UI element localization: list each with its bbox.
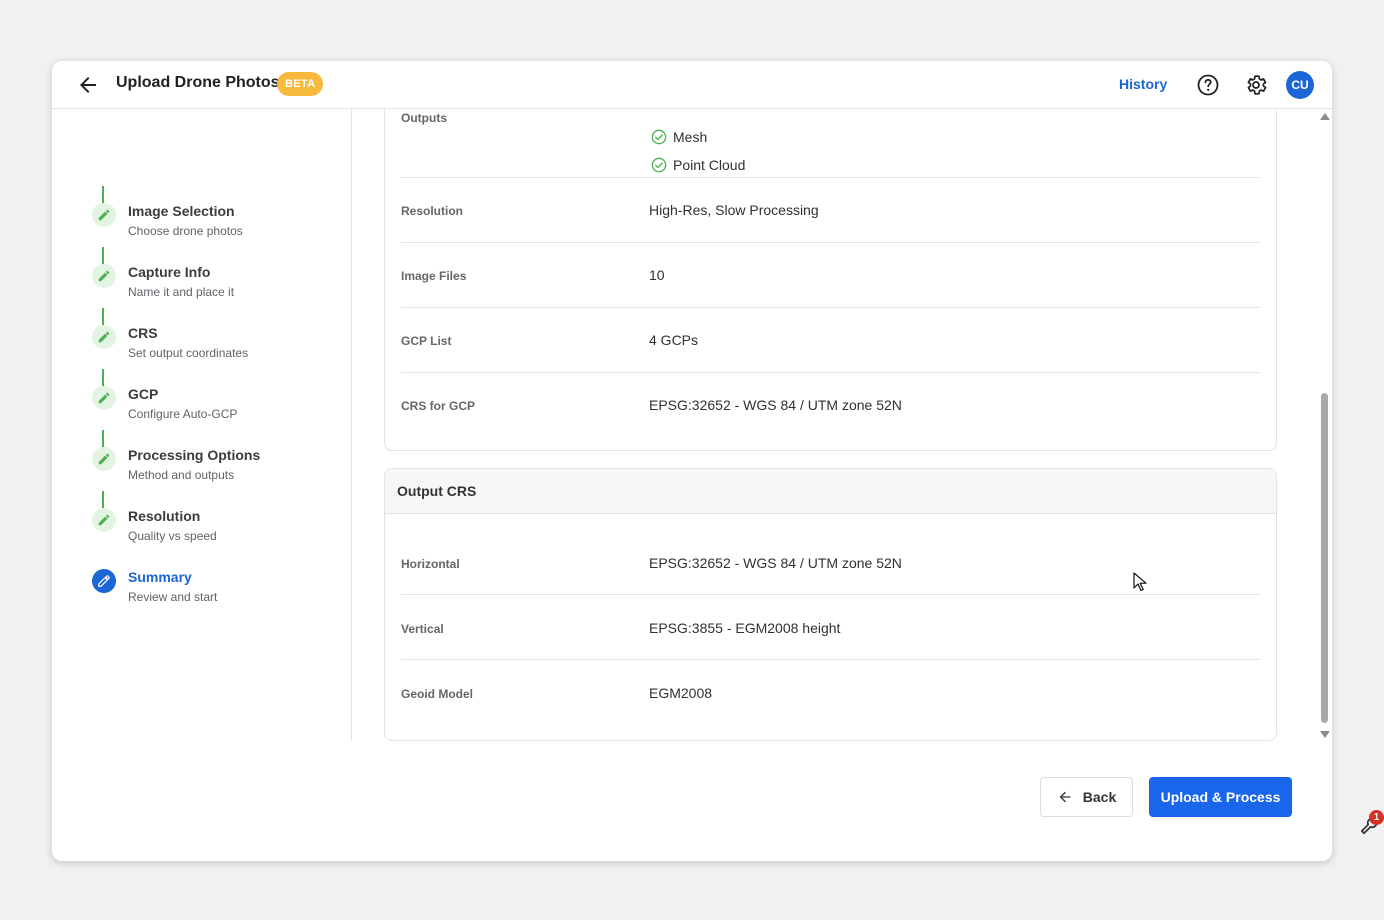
step-processing-options[interactable]: Processing Options Method and outputs xyxy=(92,447,342,497)
step-title: Processing Options xyxy=(128,447,261,463)
row-value: EPSG:32652 - WGS 84 / UTM zone 52N xyxy=(649,555,902,571)
step-title: CRS xyxy=(128,325,158,341)
crs-row: Horizontal EPSG:32652 - WGS 84 / UTM zon… xyxy=(401,530,1260,595)
card-header: Output CRS xyxy=(385,469,1276,514)
row-value: EPSG:3855 - EGM2008 height xyxy=(649,620,841,636)
beta-badge: BETA xyxy=(277,72,324,96)
card-title: Output CRS xyxy=(397,483,477,499)
output-crs-card: Output CRS Horizontal EPSG:32652 - WGS 8… xyxy=(384,468,1277,741)
summary-row: GCP List 4 GCPs xyxy=(401,308,1260,373)
pencil-icon xyxy=(98,209,110,221)
output-item: Mesh xyxy=(651,129,707,145)
step-done-dot xyxy=(92,386,116,410)
step-title: Summary xyxy=(128,569,192,585)
step-done-dot xyxy=(92,447,116,471)
scroll-thumb[interactable] xyxy=(1321,393,1328,723)
row-value: 4 GCPs xyxy=(649,332,699,348)
row-label: Resolution xyxy=(401,204,463,218)
back-button[interactable]: Back xyxy=(1040,777,1133,817)
step-subtitle: Name it and place it xyxy=(128,285,235,299)
step-sidebar: Image Selection Choose drone photos Capt… xyxy=(52,109,352,741)
row-label: Outputs xyxy=(401,111,447,125)
summary-row: CRS for GCP EPSG:32652 - WGS 84 / UTM zo… xyxy=(401,373,1260,438)
processing-summary-card: Outputs Mesh Point Cloud Resolution High… xyxy=(384,109,1277,451)
pencil-icon xyxy=(98,270,110,282)
step-subtitle: Choose drone photos xyxy=(128,224,243,238)
pencil-icon xyxy=(98,575,110,587)
scroll-down-arrow[interactable] xyxy=(1320,731,1330,738)
output-label: Mesh xyxy=(673,129,708,145)
step-title: GCP xyxy=(128,386,159,402)
crs-row: Vertical EPSG:3855 - EGM2008 height xyxy=(401,595,1260,660)
row-value: EPSG:32652 - WGS 84 / UTM zone 52N xyxy=(649,397,902,413)
pencil-icon xyxy=(98,514,110,526)
step-subtitle: Set output coordinates xyxy=(128,346,249,360)
step-subtitle: Configure Auto-GCP xyxy=(128,407,238,421)
scroll-up-arrow[interactable] xyxy=(1320,113,1330,120)
step-done-dot xyxy=(92,508,116,532)
step-image-selection[interactable]: Image Selection Choose drone photos xyxy=(92,203,342,253)
step-gcp[interactable]: GCP Configure Auto-GCP xyxy=(92,386,342,436)
pencil-icon xyxy=(98,453,110,465)
row-value: High-Res, Slow Processing xyxy=(649,202,819,218)
step-subtitle: Review and start xyxy=(128,590,218,604)
row-label: Horizontal xyxy=(401,557,460,571)
step-active-dot xyxy=(92,569,116,593)
row-value: EGM2008 xyxy=(649,685,713,701)
row-label: Geoid Model xyxy=(401,687,473,701)
help-icon[interactable] xyxy=(1196,73,1220,97)
step-capture-info[interactable]: Capture Info Name it and place it xyxy=(92,264,342,314)
summary-row-outputs: Outputs Mesh Point Cloud xyxy=(401,109,1260,178)
page-title: Upload Drone Photos xyxy=(116,74,280,91)
arrow-left-icon xyxy=(1059,791,1071,803)
notification-badge: 1 xyxy=(1369,810,1384,825)
row-label: Image Files xyxy=(401,269,467,283)
step-done-dot xyxy=(92,203,116,227)
step-summary[interactable]: Summary Review and start xyxy=(92,569,342,619)
step-title: Image Selection xyxy=(128,203,235,219)
avatar[interactable]: CU xyxy=(1286,71,1314,99)
summary-row: Image Files 10 xyxy=(401,243,1260,308)
check-circle-icon xyxy=(651,129,667,145)
check-circle-icon xyxy=(651,157,667,173)
history-link[interactable]: History xyxy=(1119,76,1167,92)
upload-dialog: Upload Drone Photos BETA History CU Imag… xyxy=(52,61,1332,861)
step-done-dot xyxy=(92,325,116,349)
step-resolution[interactable]: Resolution Quality vs speed xyxy=(92,508,342,558)
gear-icon[interactable] xyxy=(1244,73,1268,97)
row-label: Vertical xyxy=(401,622,444,636)
mouse-cursor-icon xyxy=(1133,572,1147,592)
output-label: Point Cloud xyxy=(673,157,746,173)
step-subtitle: Method and outputs xyxy=(128,468,235,482)
upload-process-button[interactable]: Upload & Process xyxy=(1149,777,1292,817)
row-label: CRS for GCP xyxy=(401,399,476,413)
back-button-label: Back xyxy=(1082,789,1117,805)
row-label: GCP List xyxy=(401,334,452,348)
step-done-dot xyxy=(92,264,116,288)
crs-row: Geoid Model EGM2008 xyxy=(401,660,1260,725)
pencil-icon xyxy=(98,331,110,343)
step-subtitle: Quality vs speed xyxy=(128,529,217,543)
back-arrow-icon[interactable] xyxy=(76,73,100,97)
dialog-header: Upload Drone Photos BETA History CU xyxy=(52,61,1332,109)
output-item: Point Cloud xyxy=(651,157,745,173)
summary-content: Outputs Mesh Point Cloud Resolution High… xyxy=(352,109,1322,741)
summary-row: Resolution High-Res, Slow Processing xyxy=(401,178,1260,243)
step-crs[interactable]: CRS Set output coordinates xyxy=(92,325,342,375)
row-value: 10 xyxy=(649,267,665,283)
step-title: Capture Info xyxy=(128,264,211,280)
content-scrollbar[interactable] xyxy=(1318,111,1332,741)
step-title: Resolution xyxy=(128,508,201,524)
pencil-icon xyxy=(98,392,110,404)
